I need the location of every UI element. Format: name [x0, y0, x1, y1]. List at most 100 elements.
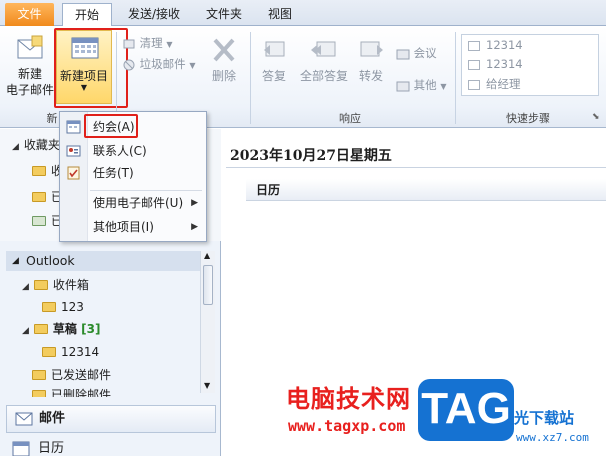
- reply-icon: [264, 41, 285, 57]
- folder-icon: [32, 192, 46, 202]
- tree-item-sent[interactable]: 已发送邮件: [32, 365, 111, 385]
- reply-all-button[interactable]: 全部答复: [296, 36, 352, 84]
- mail-label: 邮件: [39, 411, 66, 426]
- dialog-launcher-icon[interactable]: ⬊: [592, 112, 600, 122]
- more-respond-button[interactable]: 其他 ▼: [396, 76, 446, 94]
- menu-item-more-items[interactable]: 其他项目(I) ▶: [60, 216, 206, 238]
- scroll-up-icon[interactable]: ▲: [204, 251, 210, 260]
- folder-icon: [32, 166, 46, 176]
- junk-icon: [123, 59, 135, 70]
- date-divider: [226, 167, 606, 168]
- outlook-label: Outlook: [26, 253, 75, 268]
- folder-icon: [42, 302, 56, 312]
- quick-steps-gallery[interactable]: 12314 12314 给经理: [461, 34, 599, 96]
- junk-button[interactable]: 垃圾邮件 ▼: [122, 55, 195, 73]
- date-header: 2023年10月27日星期五: [230, 148, 392, 164]
- tree-item-drafts-sub[interactable]: 12314: [42, 342, 99, 362]
- use-email-label: 使用电子邮件(U): [93, 196, 184, 210]
- new-email-button[interactable]: 新建 电子邮件: [4, 34, 56, 98]
- clean-up-label: 清理: [139, 36, 163, 50]
- tree-item-inbox[interactable]: ◢ 收件箱: [22, 275, 89, 295]
- calendar-icon: [12, 441, 30, 456]
- folder-icon: [42, 347, 56, 357]
- quick-step-1-label: 12314: [486, 38, 523, 52]
- forward-button[interactable]: 转发: [354, 36, 388, 84]
- drafts-sub-label: 12314: [61, 345, 100, 359]
- tab-send-receive[interactable]: 发送/接收: [118, 3, 190, 26]
- calendar-bar[interactable]: 日历: [246, 179, 606, 201]
- watermark-site-name: 光下载站: [514, 409, 575, 427]
- calendar-label: 日历: [38, 441, 65, 456]
- tab-file[interactable]: 文件: [5, 3, 54, 26]
- menu-separator: [90, 190, 202, 191]
- menu-item-contact[interactable]: 联系人(C): [60, 140, 206, 162]
- clean-up-icon: [123, 39, 135, 48]
- nav-calendar-button[interactable]: 日历: [6, 439, 64, 456]
- quick-step-2[interactable]: 12314: [468, 57, 523, 71]
- quick-step-3[interactable]: 给经理: [468, 76, 521, 92]
- new-email-icon: [17, 35, 43, 59]
- ribbon-separator: [455, 32, 456, 124]
- submenu-arrow-icon: ▶: [191, 222, 198, 232]
- outlook-account-header[interactable]: ◢ Outlook: [6, 251, 200, 271]
- submenu-arrow-icon: ▶: [191, 198, 198, 208]
- forward-label: 转发: [358, 69, 383, 83]
- watermark: 电脑技术网 www.tagxp.com TAG 光下载站 www.xz7.com: [280, 375, 606, 456]
- tab-folder[interactable]: 文件夹: [198, 3, 250, 26]
- scroll-down-icon[interactable]: ▼: [204, 381, 210, 390]
- tab-view[interactable]: 视图: [260, 3, 300, 26]
- deleted-label: 已删除邮件: [51, 388, 112, 397]
- tree-item-deleted[interactable]: 已删除邮件: [32, 385, 111, 397]
- reply-label: 答复: [261, 69, 286, 83]
- reply-all-label: 全部答复: [299, 69, 348, 83]
- more-icon: [396, 81, 410, 91]
- drafts-label: 草稿: [52, 322, 77, 336]
- delete-button[interactable]: 删除: [204, 36, 244, 84]
- group-label-respond: 响应: [339, 112, 361, 125]
- drafts-count: [3]: [81, 322, 101, 336]
- mail-icon: [15, 412, 33, 426]
- task-icon: [67, 166, 80, 180]
- tree-item-inbox-sub[interactable]: 123: [42, 297, 84, 317]
- new-email-label-2: 电子邮件: [5, 83, 54, 97]
- inbox-folder-icon: [33, 280, 48, 290]
- tree-item-drafts[interactable]: ◢ 草稿 [3]: [22, 319, 100, 339]
- appointment-icon: [66, 120, 81, 134]
- nav-mail-button[interactable]: 邮件: [6, 405, 216, 433]
- favorites-header[interactable]: ◢ 收藏夹: [12, 135, 60, 155]
- menu-item-task[interactable]: 任务(T): [60, 162, 206, 184]
- meeting-button[interactable]: 会议: [396, 44, 437, 62]
- scroll-thumb[interactable]: [203, 265, 213, 305]
- task-label: 任务(T): [93, 166, 134, 180]
- favorites-label: 收藏夹: [23, 138, 60, 152]
- nav-scrollbar[interactable]: ▲ ▼: [200, 251, 215, 393]
- forward-icon: [360, 41, 383, 57]
- meeting-icon: [396, 49, 410, 59]
- watermark-tag-logo: TAG: [418, 379, 514, 441]
- sent-folder-icon: [32, 370, 46, 380]
- inbox-label: 收件箱: [52, 278, 89, 292]
- contact-card-icon: [66, 145, 81, 157]
- new-items-dropdown-menu: 约会(A) 联系人(C) 任务(T) 使用电子邮件(U) ▶ 其他项目(I) ▶: [59, 111, 207, 242]
- annotation-highlight-appointment: [84, 114, 138, 138]
- group-label-quick-steps: 快速步骤: [506, 112, 550, 125]
- quick-step-1[interactable]: 12314: [468, 38, 523, 52]
- watermark-site-url: www.xz7.com: [516, 431, 589, 444]
- quick-step-3-label: 给经理: [486, 77, 521, 91]
- watermark-url: www.tagxp.com: [288, 417, 406, 435]
- menu-item-use-email[interactable]: 使用电子邮件(U) ▶: [60, 192, 206, 214]
- inbox-sub-label: 123: [61, 300, 84, 314]
- clean-up-button[interactable]: 清理 ▼: [122, 34, 172, 52]
- trash-icon: [32, 216, 46, 226]
- ribbon-tab-bar: 文件 开始 发送/接收 文件夹 视图: [0, 0, 606, 27]
- more-label: 其他: [413, 78, 437, 92]
- drafts-folder-icon: [33, 324, 48, 334]
- reply-all-icon: [311, 41, 336, 57]
- new-email-label-1: 新建: [17, 67, 42, 81]
- more-items-label: 其他项目(I): [93, 220, 154, 234]
- tab-home[interactable]: 开始: [62, 3, 112, 27]
- delete-x-icon: [213, 38, 235, 62]
- ribbon-separator: [250, 32, 251, 124]
- sent-label: 已发送邮件: [51, 368, 112, 382]
- reply-button[interactable]: 答复: [256, 36, 292, 84]
